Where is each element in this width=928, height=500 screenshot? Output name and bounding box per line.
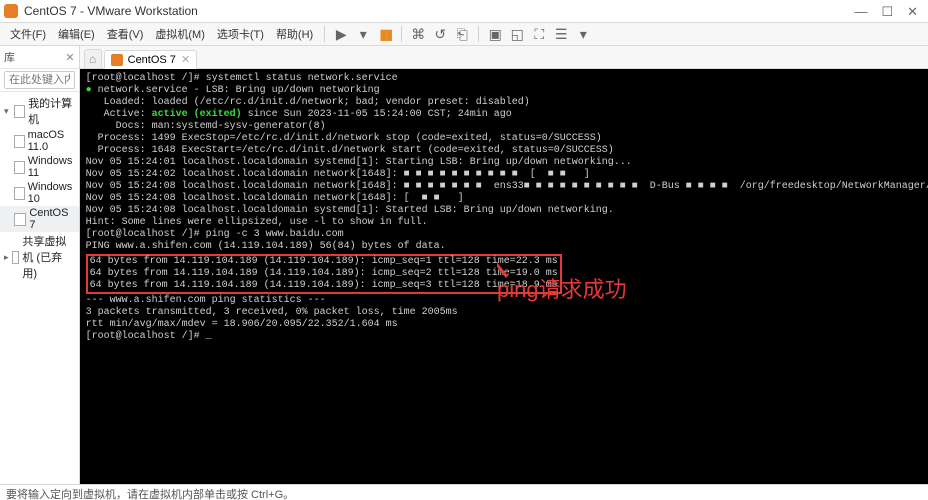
tool-divider2 [478, 26, 479, 42]
tree-root-mypc[interactable]: ▾ 我的计算机 [0, 94, 79, 128]
term-line: Active: active (exited) since Sun 2023-1… [86, 109, 928, 121]
fullscr-icon[interactable]: ⛶ [531, 26, 547, 42]
expand-icon[interactable]: ▾ [4, 106, 11, 117]
tree-root-shared[interactable]: ▸ 共享虚拟机 (已弃用) [0, 232, 79, 282]
ping-reply: 64 bytes from 14.119.104.189 (14.119.104… [90, 280, 558, 292]
menu-help[interactable]: 帮助(H) [270, 26, 319, 42]
term-line: Nov 05 15:24:01 localhost.localdomain sy… [86, 157, 928, 169]
tree-node-win10[interactable]: Windows 10 [0, 180, 79, 206]
ping-reply: 64 bytes from 14.119.104.189 (14.119.104… [90, 256, 558, 268]
tab-vm-icon [111, 54, 123, 66]
menu-tabs[interactable]: 选项卡(T) [211, 26, 270, 42]
shared-icon [12, 251, 20, 264]
active-state: active (exited) [152, 109, 242, 120]
menu-view[interactable]: 查看(V) [101, 26, 150, 42]
tab-centos7[interactable]: CentOS 7 ✕ [104, 50, 198, 69]
menu-file[interactable]: 文件(F) [4, 26, 52, 42]
term-line: Nov 05 15:24:08 localhost.localdomain ne… [86, 193, 928, 205]
revert-icon[interactable]: ↺ [432, 26, 448, 42]
tree-node-macos[interactable]: macOS 11.0 [0, 128, 79, 154]
status-bar: 要将输入定向到虚拟机，请在虚拟机内部单击或按 Ctrl+G。 [0, 484, 928, 500]
term-line: Nov 05 15:24:08 localhost.localdomain sy… [86, 205, 928, 217]
library-sidebar: 库 ✕ ▾ 我的计算机 macOS 11.0 Windows 11 Window… [0, 46, 80, 484]
expand-icon[interactable]: ▸ [4, 252, 9, 263]
tree-node-centos7[interactable]: CentOS 7 [0, 206, 79, 232]
term-line: PING www.a.shifen.com (14.119.104.189) 5… [86, 241, 928, 253]
tab-close-icon[interactable]: ✕ [181, 53, 190, 66]
tree-label: 共享虚拟机 (已弃用) [22, 233, 74, 281]
sidebar-close-icon[interactable]: ✕ [65, 51, 74, 64]
status-text: 要将输入定向到虚拟机，请在虚拟机内部单击或按 Ctrl+G。 [6, 486, 294, 500]
window-title-bar: CentOS 7 - VMware Workstation — ☐ ✕ [0, 0, 928, 23]
term-line: 3 packets transmitted, 3 received, 0% pa… [86, 307, 928, 319]
term-line: Nov 05 15:24:02 localhost.localdomain ne… [86, 169, 928, 181]
sidebar-search [0, 69, 79, 92]
maximize-icon[interactable]: ☐ [881, 5, 893, 18]
menu-vm[interactable]: 虚拟机(M) [149, 26, 211, 42]
tool-divider1 [401, 26, 402, 42]
term-line: Nov 05 15:24:08 localhost.localdomain ne… [86, 181, 928, 193]
tree-node-win11[interactable]: Windows 11 [0, 154, 79, 180]
unity-icon[interactable]: ◱ [509, 26, 525, 42]
fit-icon[interactable]: ▣ [487, 26, 503, 42]
dropdown-icon[interactable]: ▾ [355, 26, 371, 42]
ping-reply: 64 bytes from 14.119.104.189 (14.119.104… [90, 268, 558, 280]
sidebar-header: 库 ✕ [0, 46, 79, 69]
library-tree: ▾ 我的计算机 macOS 11.0 Windows 11 Windows 10… [0, 92, 79, 484]
term-line: Docs: man:systemd-sysv-generator(8) [86, 121, 928, 133]
term-line: [root@localhost /]# ping -c 3 www.baidu.… [86, 229, 928, 241]
close-icon[interactable]: ✕ [907, 5, 918, 18]
vm-icon [14, 187, 25, 200]
term-line: [root@localhost /]# systemctl status net… [86, 73, 928, 85]
term-line: Process: 1499 ExecStop=/etc/rc.d/init.d/… [86, 133, 928, 145]
term-line: Process: 1648 ExecStart=/etc/rc.d/init.d… [86, 145, 928, 157]
content-area: ⌂ CentOS 7 ✕ [root@localhost /]# systemc… [80, 46, 928, 484]
main-area: 库 ✕ ▾ 我的计算机 macOS 11.0 Windows 11 Window… [0, 46, 928, 484]
tree-label: Windows 10 [28, 181, 75, 205]
home-tab[interactable]: ⌂ [84, 49, 102, 68]
library-icon[interactable]: ☰ [553, 26, 569, 42]
menu-divider [324, 26, 325, 42]
window-controls: — ☐ ✕ [854, 5, 924, 18]
search-input[interactable] [4, 71, 75, 89]
tab-label: CentOS 7 [128, 54, 176, 66]
tree-label: 我的计算机 [28, 95, 75, 127]
minimize-icon[interactable]: — [854, 5, 867, 18]
term-line: ● network.service - LSB: Bring up/down n… [86, 85, 928, 97]
vm-icon [14, 135, 25, 148]
menu-bar: 文件(F) 编辑(E) 查看(V) 虚拟机(M) 选项卡(T) 帮助(H) ▶ … [0, 23, 928, 46]
tree-label: Windows 11 [28, 155, 75, 179]
term-line: --- www.a.shifen.com ping statistics --- [86, 295, 928, 307]
sidebar-title: 库 [4, 49, 15, 65]
manage-icon[interactable]: ⎗ [454, 26, 470, 42]
ping-reply-highlight: 64 bytes from 14.119.104.189 (14.119.104… [86, 254, 562, 294]
term-line: rtt min/avg/max/mdev = 18.906/20.095/22.… [86, 319, 928, 331]
pause-icon[interactable]: ▮▮ [377, 26, 393, 42]
dropdown2-icon[interactable]: ▾ [575, 26, 591, 42]
term-line: Hint: Some lines were ellipsized, use -l… [86, 217, 928, 229]
tree-label: CentOS 7 [29, 207, 74, 231]
vmware-icon [4, 4, 18, 18]
menu-edit[interactable]: 编辑(E) [52, 26, 101, 42]
guest-terminal[interactable]: [root@localhost /]# systemctl status net… [80, 69, 928, 484]
tree-label: macOS 11.0 [28, 129, 75, 153]
term-line: [root@localhost /]# _ [86, 331, 928, 343]
term-line: Loaded: loaded (/etc/rc.d/init.d/network… [86, 97, 928, 109]
play-icon[interactable]: ▶ [333, 26, 349, 42]
snapshot-icon[interactable]: ⌘ [410, 26, 426, 42]
window-title: CentOS 7 - VMware Workstation [24, 4, 854, 18]
vm-icon [14, 213, 26, 226]
tab-bar: ⌂ CentOS 7 ✕ [80, 46, 928, 69]
computer-icon [14, 105, 25, 118]
vm-icon [14, 161, 25, 174]
